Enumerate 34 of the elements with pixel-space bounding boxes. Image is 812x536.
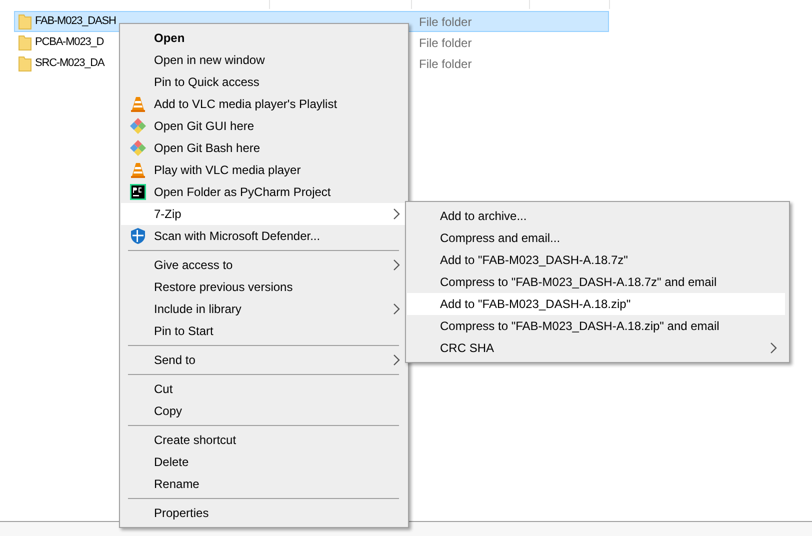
file-name: FAB-M023_DASH <box>35 14 116 30</box>
file-name: SRC-M023_DA <box>35 56 104 72</box>
menu-item-label: Delete <box>154 454 190 471</box>
menu-item-label: Create shortcut <box>154 432 238 449</box>
menu-item-label: Add to VLC media player's Playlist <box>154 96 338 113</box>
menu-item-label: Compress and email... <box>440 230 562 247</box>
file-type: File folder <box>419 34 472 52</box>
menu-item-label: Open Git Bash here <box>154 140 262 157</box>
menu-item-label: Scan with Microsoft Defender... <box>154 228 322 245</box>
menu-item-label: Play with VLC media player <box>154 162 302 179</box>
menu-item-label: Open Folder as PyCharm Project <box>154 184 332 201</box>
menu-item-label: Open in new window <box>154 52 266 69</box>
menu-item-label: Add to "FAB-M023_DASH-A.18.zip" <box>440 296 632 313</box>
menu-item-label: Pin to Quick access <box>154 74 260 91</box>
menu-item-label: Include in library <box>154 301 242 318</box>
menu-item-label: Pin to Start <box>154 323 214 340</box>
file-type: File folder <box>419 14 472 30</box>
menu-item-label: Restore previous versions <box>154 279 294 296</box>
menu-item-label: Cut <box>154 381 174 398</box>
menu-item-label: Open Git GUI here <box>154 118 256 135</box>
menu-item-label: Add to archive... <box>440 208 528 225</box>
menu-item-label: Open <box>154 30 186 47</box>
file-type: File folder <box>419 56 472 72</box>
menu-item-label: CRC SHA <box>440 340 496 357</box>
menu-item-label: Add to "FAB-M023_DASH-A.18.7z" <box>440 252 629 269</box>
menu-item-label: Send to <box>154 352 196 369</box>
file-name: PCBA-M023_D <box>35 35 104 50</box>
menu-item-label: Properties <box>154 505 210 522</box>
menu-item-label: Rename <box>154 476 200 493</box>
menu-item-label: 7-Zip <box>154 206 182 223</box>
menu-item-label: Give access to <box>154 257 234 274</box>
menu-item-label: Compress to "FAB-M023_DASH-A.18.zip" and email <box>440 318 720 335</box>
menu-item-label: Copy <box>154 403 184 420</box>
menu-item-label: Compress to "FAB-M023_DASH-A.18.7z" and email <box>440 274 718 291</box>
